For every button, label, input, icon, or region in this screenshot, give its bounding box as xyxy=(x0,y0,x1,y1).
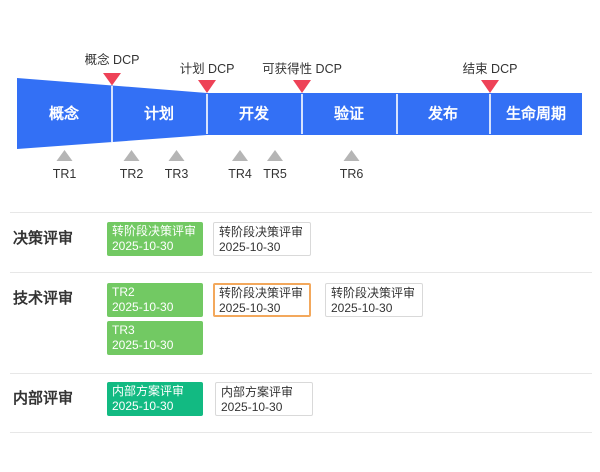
dcp-label-end: 结束 DCP xyxy=(463,62,518,76)
card-title: 转阶段决策评审 xyxy=(112,224,198,239)
tr-marker-icon xyxy=(169,150,185,161)
tr-marker-icon xyxy=(124,150,140,161)
row-label-internal-review: 内部评审 xyxy=(13,387,73,408)
phase-release: 发布 xyxy=(427,105,458,123)
phase-verify: 验证 xyxy=(334,105,364,123)
card-date: 2025-10-30 xyxy=(112,338,198,353)
card-title: 内部方案评审 xyxy=(221,385,307,400)
review-card-internal-plain[interactable]: 内部方案评审 2025-10-30 xyxy=(215,382,313,416)
row-label-technical-review: 技术评审 xyxy=(13,287,73,308)
tr-label-5: TR5 xyxy=(263,167,287,181)
dcp-label-concept: 概念 DCP xyxy=(85,52,140,67)
card-date: 2025-10-30 xyxy=(112,300,198,315)
card-date: 2025-10-30 xyxy=(112,399,198,414)
card-title: 转阶段决策评审 xyxy=(219,225,305,240)
tr-label-6: TR6 xyxy=(340,167,364,181)
review-card-tr3[interactable]: TR3 2025-10-30 xyxy=(107,321,203,355)
phase-plan: 计划 xyxy=(144,105,174,123)
row-divider xyxy=(10,212,592,213)
row-label-decision-review: 决策评审 xyxy=(13,227,73,248)
dcp-marker-icon xyxy=(481,80,499,93)
tr-label-4: TR4 xyxy=(228,167,252,181)
row-divider xyxy=(10,373,592,374)
phase-develop: 开发 xyxy=(239,105,270,123)
phase-lifecycle: 生命周期 xyxy=(506,105,566,123)
tr-marker-icon xyxy=(267,150,283,161)
tr-label-3: TR3 xyxy=(165,167,189,181)
review-card-decision-plain[interactable]: 转阶段决策评审 2025-10-30 xyxy=(213,222,311,256)
tr-marker-icon xyxy=(232,150,248,161)
tr-marker-icon xyxy=(344,150,360,161)
card-title: 转阶段决策评审 xyxy=(219,286,305,301)
card-title: 内部方案评审 xyxy=(112,384,198,399)
ipd-lifecycle-page: 概念 计划 开发 验证 发布 生命周期 概念 DCP 计划 DCP 可获得性 D… xyxy=(0,0,600,472)
tr-marker-icon xyxy=(57,150,73,161)
review-card-tr2[interactable]: TR2 2025-10-30 xyxy=(107,283,203,317)
card-date: 2025-10-30 xyxy=(331,301,417,316)
row-divider xyxy=(10,432,592,433)
card-date: 2025-10-30 xyxy=(221,400,307,415)
timeline-diagram: 概念 计划 开发 验证 发布 生命周期 概念 DCP 计划 DCP 可获得性 D… xyxy=(0,0,600,195)
card-title: 转阶段决策评审 xyxy=(331,286,417,301)
dcp-marker-icon xyxy=(103,73,121,86)
tr-label-2: TR2 xyxy=(120,167,144,181)
dcp-marker-icon xyxy=(198,80,216,93)
review-card-internal-teal[interactable]: 内部方案评审 2025-10-30 xyxy=(107,382,203,416)
review-card-technical-selected[interactable]: 转阶段决策评审 2025-10-30 xyxy=(213,283,311,317)
phase-concept: 概念 xyxy=(49,105,79,123)
dcp-label-plan: 计划 DCP xyxy=(180,62,235,76)
card-date: 2025-10-30 xyxy=(219,301,305,316)
card-title: TR2 xyxy=(112,285,198,300)
dcp-marker-icon xyxy=(293,80,311,93)
review-card-decision-green[interactable]: 转阶段决策评审 2025-10-30 xyxy=(107,222,203,256)
card-date: 2025-10-30 xyxy=(219,240,305,255)
tr-label-1: TR1 xyxy=(53,167,77,181)
dcp-label-availability: 可获得性 DCP xyxy=(262,61,342,76)
card-title: TR3 xyxy=(112,323,198,338)
row-divider xyxy=(10,272,592,273)
card-date: 2025-10-30 xyxy=(112,239,198,254)
review-card-technical-plain[interactable]: 转阶段决策评审 2025-10-30 xyxy=(325,283,423,317)
